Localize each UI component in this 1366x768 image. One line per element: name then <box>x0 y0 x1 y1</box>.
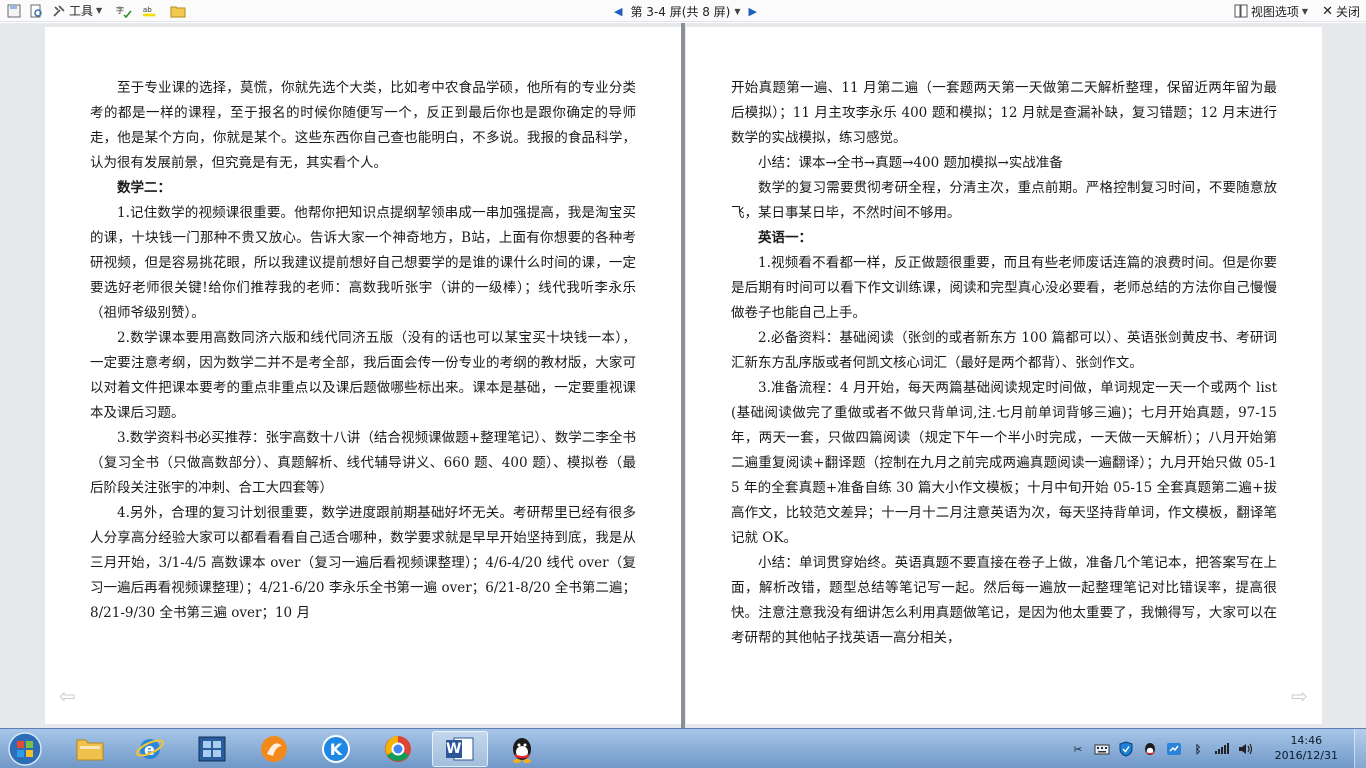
ie-app[interactable]: e <box>122 731 178 767</box>
section-heading: 英语一： <box>758 230 812 246</box>
paragraph: 3.数学资料书必买推荐：张宇高数十八讲（结合视频课做题+整理笔记）、数学二李全书… <box>90 430 636 496</box>
taskbar-clock[interactable]: 14:46 2016/12/31 <box>1275 733 1338 763</box>
paragraph: 数学的复习需要贯彻考研全程，分清主次，重点前期。严格控制复习时间，不要随意放飞，… <box>731 180 1277 221</box>
screen-info[interactable]: 第 3-4 屏(共 8 屏) <box>630 3 730 20</box>
volume-icon[interactable] <box>1238 741 1254 757</box>
media-player-app[interactable] <box>184 731 240 767</box>
page-body-right: 开始真题第一遍、11 月第二遍（一套题两天第一天做第二天解析整理，保留近两年留为… <box>731 76 1277 651</box>
save-icon[interactable] <box>6 3 22 19</box>
paragraph: 1.记住数学的视频课很重要。他帮你把知识点提纲挈领串成一串加强提高，我是淘宝买的… <box>90 205 636 321</box>
show-desktop-button[interactable] <box>1354 729 1366 768</box>
clock-date: 2016/12/31 <box>1274 749 1338 762</box>
paragraph: 小结：单词贯穿始终。英语真题不要直接在卷子上做，准备几个笔记本，把答案写在上面，… <box>731 555 1277 646</box>
clock-time: 14:46 <box>1290 734 1323 747</box>
folder-icon[interactable] <box>170 3 186 19</box>
page-body-left: 至于专业课的选择，莫慌，你就先选个大类，比如考中农食品学硕，他所有的专业分类考的… <box>90 76 636 626</box>
view-options-button[interactable]: 视图选项 ▼ <box>1234 0 1308 22</box>
paragraph: 4.另外，合理的复习计划很重要，数学进度跟前期基础好坏无关。考研帮里已经有很多人… <box>90 505 636 621</box>
file-explorer-app[interactable] <box>62 731 118 767</box>
reading-toolbar: 工具 ▼ 字 ab ◀ 第 3-4 屏(共 8 屏) ▼ ▶ 视图选项 ▼ ✕ 关… <box>0 0 1366 22</box>
shield-icon[interactable] <box>1118 741 1134 757</box>
paragraph: 2.必备资料：基础阅读（张剑的或者新东方 100 篇都可以）、英语张剑黄皮书、考… <box>731 330 1277 371</box>
signal-icon[interactable] <box>1214 741 1230 757</box>
k-app[interactable]: K <box>308 731 364 767</box>
bluetooth-icon[interactable]: ᛒ <box>1190 741 1206 757</box>
qq-icon <box>513 738 531 763</box>
scissors-icon[interactable]: ✂ <box>1070 741 1086 757</box>
paragraph: 开始真题第一遍、11 月第二遍（一套题两天第一天做第二天解析整理，保留近两年留为… <box>731 80 1277 146</box>
browser-app-icon <box>261 736 287 762</box>
system-tray: ✂ ᛒ <box>1066 729 1258 768</box>
chrome-icon <box>385 736 411 762</box>
close-label: 关闭 <box>1335 4 1360 19</box>
network-icon[interactable] <box>1166 741 1182 757</box>
close-icon: ✕ <box>1322 3 1333 19</box>
screen-navigator: ◀ 第 3-4 屏(共 8 屏) ▼ ▶ <box>606 0 765 22</box>
keyboard-icon[interactable] <box>1094 741 1110 757</box>
file-explorer-icon <box>76 739 104 761</box>
media-player-icon <box>198 736 226 762</box>
qq-tray-icon[interactable] <box>1142 741 1158 757</box>
section-heading: 数学二： <box>117 180 171 196</box>
svg-text:字: 字 <box>116 5 124 15</box>
word-app-letter: W <box>446 741 462 757</box>
view-options-label: 视图选项 <box>1250 4 1299 19</box>
next-page-icon[interactable]: ⇨ <box>1291 684 1308 708</box>
tools-label: 工具 <box>69 4 94 18</box>
paragraph: 小结：课本→全书→真题→400 题加模拟→实战准备 <box>758 155 1063 171</box>
ie-icon: e <box>136 739 164 759</box>
browser-app[interactable] <box>246 731 302 767</box>
preview-icon[interactable] <box>28 3 44 19</box>
screen-dropdown-icon[interactable]: ▼ <box>734 7 740 16</box>
qq-app[interactable] <box>494 731 550 767</box>
taskbar: e K W ✂ ᛒ 14:46 2016/12/31 <box>0 728 1366 768</box>
chrome-app[interactable] <box>370 731 426 767</box>
reading-area: 至于专业课的选择，莫慌，你就先选个大类，比如考中农食品学硕，他所有的专业分类考的… <box>0 23 1366 728</box>
start-button[interactable] <box>6 731 44 767</box>
document-page-left: 至于专业课的选择，莫慌，你就先选个大类，比如考中农食品学硕，他所有的专业分类考的… <box>45 27 681 724</box>
prev-screen-icon[interactable]: ◀ <box>614 5 622 18</box>
spellcheck-icon[interactable]: 字 <box>116 3 132 19</box>
word-app[interactable]: W <box>432 731 488 767</box>
paragraph: 至于专业课的选择，莫慌，你就先选个大类，比如考中农食品学硕，他所有的专业分类考的… <box>90 80 636 171</box>
prev-page-icon[interactable]: ⇦ <box>59 684 76 708</box>
paragraph: 2.数学课本要用高数同济六版和线代同济五版（没有的话也可以某宝买十块钱一本），一… <box>90 330 636 421</box>
tools-button[interactable]: 工具 ▼ <box>52 2 102 19</box>
document-page-right: 开始真题第一遍、11 月第二遍（一套题两天第一天做第二天解析整理，保留近两年留为… <box>686 27 1322 724</box>
highlight-icon[interactable]: ab <box>142 3 158 19</box>
paragraph: 3.准备流程：4 月开始，每天两篇基础阅读规定时间做，单词规定一天一个或两个 l… <box>731 380 1277 546</box>
windows-start-icon <box>8 732 42 766</box>
tools-icon <box>53 4 65 17</box>
svg-text:ab: ab <box>143 4 152 13</box>
view-options-icon <box>1234 4 1248 18</box>
close-button[interactable]: ✕ 关闭 <box>1322 0 1360 22</box>
page-divider <box>681 23 685 728</box>
paragraph: 1.视频看不看都一样，反正做题很重要，而且有些老师废话连篇的浪费时间。但是你要是… <box>731 255 1277 321</box>
next-screen-icon[interactable]: ▶ <box>748 5 756 18</box>
k-app-letter: K <box>329 739 343 759</box>
